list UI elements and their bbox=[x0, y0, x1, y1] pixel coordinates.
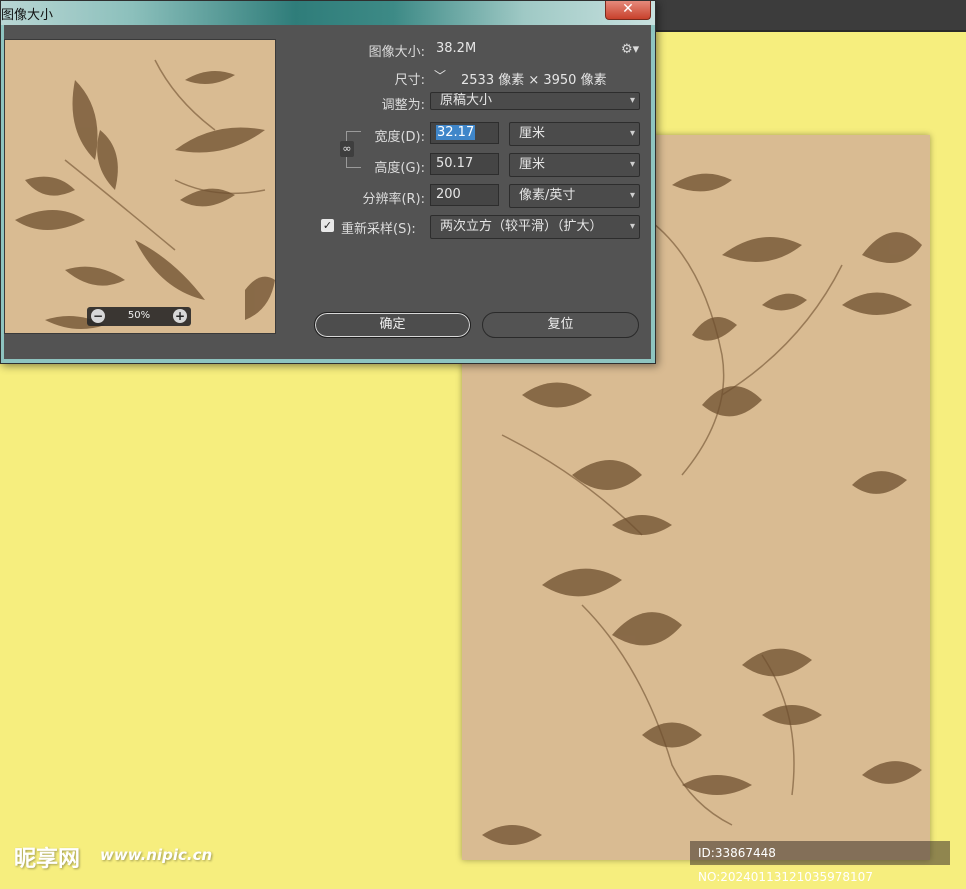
width-value: 32.17 bbox=[436, 125, 476, 140]
resample-value: 两次立方（较平滑）（扩大） bbox=[440, 219, 603, 234]
height-value: 50.17 bbox=[436, 156, 474, 171]
width-unit-select[interactable]: 厘米 ▾ bbox=[509, 122, 640, 146]
height-field[interactable]: 50.17 bbox=[430, 153, 499, 175]
resolution-unit: 像素/英寸 bbox=[519, 188, 576, 203]
watermark-id: ID:33867448 NO:20240113121035978107 bbox=[690, 841, 950, 884]
workspace-top-bar bbox=[656, 0, 966, 30]
workspace-top-edge bbox=[656, 30, 966, 32]
chevron-down-icon: ▾ bbox=[629, 190, 635, 201]
dialog-frame-right bbox=[651, 25, 655, 363]
resolution-unit-select[interactable]: 像素/英寸 ▾ bbox=[509, 184, 640, 208]
dimensions-label: 尺寸: bbox=[394, 73, 425, 88]
ok-button[interactable]: 确定 bbox=[314, 312, 471, 338]
fit-to-value: 原稿大小 bbox=[440, 93, 493, 108]
height-unit-select[interactable]: 厘米 ▾ bbox=[509, 153, 640, 177]
resolution-field[interactable]: 200 bbox=[430, 184, 499, 206]
resample-label: 重新采样(S): bbox=[341, 222, 416, 237]
plus-icon: + bbox=[174, 309, 186, 323]
close-button[interactable]: ✕ bbox=[605, 1, 651, 20]
dialog-frame-bottom bbox=[1, 359, 655, 363]
zoom-control: − 50% + bbox=[87, 307, 191, 326]
dialog-title-bar[interactable] bbox=[1, 1, 655, 25]
width-label: 宽度(D): bbox=[374, 130, 425, 145]
resample-checkbox[interactable]: ✓ bbox=[321, 219, 334, 232]
chevron-down-icon: ▾ bbox=[629, 128, 635, 139]
image-preview[interactable] bbox=[4, 39, 276, 334]
dimensions-value: 2533 像素 × 3950 像素 bbox=[461, 73, 607, 88]
chevron-down-icon: ▾ bbox=[629, 95, 635, 106]
dialog-title: 图像大小 bbox=[1, 8, 54, 23]
watermark-logo: 昵享网 bbox=[14, 847, 81, 872]
height-unit: 厘米 bbox=[519, 157, 546, 172]
chevron-down-icon[interactable]: ﹀ bbox=[434, 67, 446, 84]
minus-icon: − bbox=[92, 309, 104, 323]
reset-button[interactable]: 复位 bbox=[482, 312, 639, 338]
width-unit: 厘米 bbox=[519, 126, 546, 141]
preview-pattern bbox=[15, 59, 275, 329]
gear-icon[interactable]: ⚙▾ bbox=[621, 42, 639, 57]
zoom-in-button[interactable]: + bbox=[173, 309, 187, 323]
watermark-site: www.nipic.cn bbox=[100, 846, 213, 864]
chevron-down-icon: ▾ bbox=[629, 221, 635, 232]
close-icon: ✕ bbox=[622, 1, 634, 17]
resolution-label: 分辨率(R): bbox=[362, 192, 425, 207]
image-size-value: 38.2M bbox=[436, 41, 477, 56]
chevron-down-icon: ▾ bbox=[629, 159, 635, 170]
zoom-out-button[interactable]: − bbox=[91, 309, 105, 323]
fit-to-select[interactable]: 原稿大小 ▾ bbox=[430, 92, 640, 110]
image-size-label: 图像大小: bbox=[368, 45, 425, 60]
resample-select[interactable]: 两次立方（较平滑）（扩大） ▾ bbox=[430, 215, 640, 239]
width-field[interactable]: 32.17 bbox=[430, 122, 499, 144]
fit-to-label: 调整为: bbox=[381, 98, 425, 113]
height-label: 高度(G): bbox=[374, 161, 425, 176]
image-size-dialog: 图像大小 ✕ − 50% + 图像大小: 38.2M ⚙▾ 尺寸: ﹀ 2533… bbox=[0, 0, 656, 364]
resolution-value: 200 bbox=[436, 187, 461, 202]
zoom-level: 50% bbox=[127, 310, 151, 321]
checkmark-icon: ✓ bbox=[322, 219, 333, 232]
